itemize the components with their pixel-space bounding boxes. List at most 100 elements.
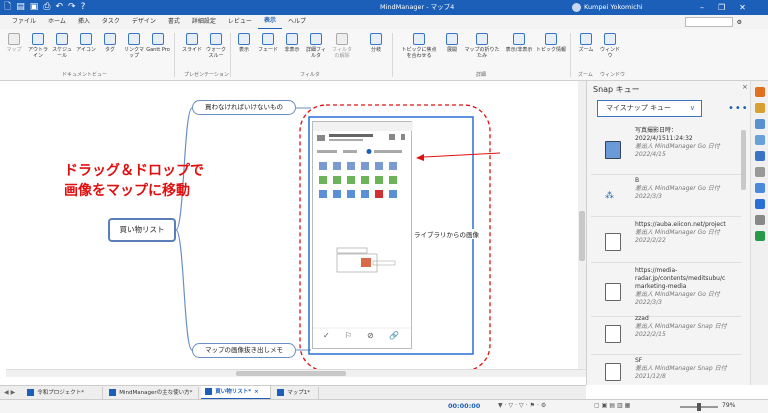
window-button[interactable]: ウィンドウ [598,33,622,59]
tab-file[interactable]: ファイル [6,15,42,29]
close-icon[interactable]: ✕ [739,0,746,15]
filter-fade-button[interactable]: フェード [256,33,280,53]
excel-pane-icon[interactable] [755,231,765,241]
redo-icon[interactable]: ↷ [68,1,76,14]
ribbon-separator [174,33,175,77]
snap-panel-title: Snap キュー [593,85,640,94]
mindmap-doc-icon [205,388,213,395]
show-hide-button[interactable]: 表示/非表示 [504,33,534,53]
doc-tab[interactable]: MindManagerの主な使い方* [105,386,200,399]
view-mode-icons[interactable]: ▢▣▤▥▦ [594,402,632,409]
settings-pane-icon[interactable] [755,215,765,225]
save-icon[interactable]: ▣ [30,1,39,14]
doc-tab[interactable]: マップ1* [273,386,320,399]
schedule-view-button[interactable]: スケジュール [50,33,74,59]
zoom-slider-thumb[interactable] [697,403,701,411]
tab-design[interactable]: デザイン [126,15,162,29]
help-icon[interactable]: ? [81,1,86,14]
phone-screenshot-image[interactable]: ✓ ⚐ ⊘ 🔗 [312,121,413,349]
annotation-text-1: ドラッグ＆ドロップで [64,163,204,179]
annotation-text-2: 画像をマップに移動 [64,183,190,199]
snap-pane-icon[interactable] [755,151,765,161]
search-input[interactable] [684,17,733,27]
snap-queue-dropdown[interactable]: マイスナップ キュー ∨ [597,100,702,117]
collapse-map-button[interactable]: マップの折りたたみ [464,33,500,59]
vscroll-thumb[interactable] [579,211,585,261]
tab-format[interactable]: 書式 [162,15,186,29]
snap-item[interactable]: SF 差出人 MindManager Snap 日付 2021/12/8 [591,357,741,385]
close-tab-icon[interactable]: × [254,386,259,398]
hscroll-thumb[interactable] [236,371,346,376]
maximize-icon[interactable]: ❐ [718,0,725,15]
search-pane-icon[interactable] [755,167,765,177]
link-icon [128,33,140,45]
map-parts-pane-icon[interactable] [755,135,765,145]
tab-scroll-left-icon[interactable]: ◀ [4,389,9,396]
tab-advanced[interactable]: 詳細設定 [186,15,222,29]
doc-tab[interactable]: 令和プロジェクト* [23,386,104,399]
snap-item[interactable]: https://auba.eiicon.net/project 差出人 Mind… [591,221,741,263]
status-filter-icons[interactable]: ▼·▽·▽·⚑·⚙ [498,402,548,409]
topic-image-memo[interactable]: マップの画像抜き出しメモ [192,343,296,358]
tag-view-button[interactable]: タグ [98,33,122,53]
walkthrough-icon [210,33,222,45]
new-file-icon[interactable]: 🗋 [4,1,11,14]
clear-filter-button[interactable]: フィルタの解除 [330,33,354,59]
library-pane-icon[interactable] [755,119,765,129]
slide-button[interactable]: スライド [180,33,204,53]
minimize-icon[interactable]: – [700,0,704,15]
walkthrough-button[interactable]: ウォークスルー [204,33,228,59]
print-icon[interactable]: ⎙ [43,1,50,14]
tab-review[interactable]: レビュー [222,15,258,29]
tab-home[interactable]: ホーム [42,15,72,29]
doc-tab-active[interactable]: 買い物リスト* × [201,385,272,400]
funnel-advanced-icon [310,33,322,45]
more-options-icon[interactable]: ••• [728,103,749,114]
tags-pane-icon[interactable] [755,183,765,193]
snap-item[interactable]: https://media- radar.jp/contents/meditsu… [591,267,741,317]
advanced-filter-button[interactable]: 詳細フィルタ [304,33,328,59]
map-connectors [175,104,501,372]
filter-hide-button[interactable]: 非表示 [280,33,304,53]
map-icon [8,33,20,45]
window-title: MindManager - マップ4 [380,3,455,11]
gantt-pro-button[interactable]: Gantt Pro [146,33,170,53]
open-folder-icon[interactable]: ▤ [16,1,25,14]
snap-item[interactable]: 写真撮影日時： 2022/4/1511:24:32 差出人 MindManage… [591,127,741,175]
snap-scrollbar-thumb[interactable] [741,130,746,190]
map-view-button[interactable]: マップ [2,33,26,53]
calendar-pane-icon[interactable] [755,103,765,113]
tasks-pane-icon[interactable] [755,87,765,97]
focus-topic-button[interactable]: トピックに焦点を合わせる [400,33,438,59]
tab-insert[interactable]: 挿入 [72,15,96,29]
icon-view-button[interactable]: アイコン [74,33,98,53]
link-map-button[interactable]: リンクマップ [122,33,146,59]
filter-show-button[interactable]: 表示 [232,33,256,53]
settings-icon[interactable]: ⚙ [737,19,742,26]
timer-readout[interactable]: 00:00:00 [448,402,480,410]
snap-item[interactable]: ⁂ B 差出人 MindManager Go 日付 2022/3/3 [591,177,741,217]
expand-button[interactable]: 展開 [440,33,464,53]
topic-library-image[interactable]: ライブラリからの画像 [414,229,479,239]
close-icon[interactable]: × [742,83,748,91]
zoom-button[interactable]: ズーム [574,33,598,53]
snap-item[interactable]: zzad 差出人 MindManager Snap 日付 2022/2/15 [591,315,741,355]
tab-scroll-right-icon[interactable]: ▶ [11,389,16,396]
user-account[interactable]: Kumpei Yokomichi [572,0,643,15]
outline-view-button[interactable]: アウトライン [26,33,50,59]
canvas-vertical-scrollbar[interactable] [578,81,586,369]
calendar-icon [56,33,68,45]
outlook-pane-icon[interactable] [755,199,765,209]
canvas-horizontal-scrollbar[interactable] [6,369,586,377]
tab-view[interactable]: 表示 [257,14,282,30]
user-name: Kumpei Yokomichi [584,3,643,11]
topic-must-buy[interactable]: 買わなければいけないもの [192,100,296,115]
map-canvas[interactable]: 買い物リスト 買わなければいけないもの マップの画像抜き出しメモ ライブラリから… [6,81,586,385]
undo-icon[interactable]: ↶ [55,1,63,14]
topic-info-button[interactable]: トピック情報 [536,33,566,53]
tab-help[interactable]: ヘルプ [282,15,312,29]
tab-task[interactable]: タスク [96,15,126,29]
branch-button[interactable]: 分岐 [364,33,388,53]
central-topic[interactable]: 買い物リスト [108,218,176,242]
menubar-right: ⚙ [684,17,742,27]
